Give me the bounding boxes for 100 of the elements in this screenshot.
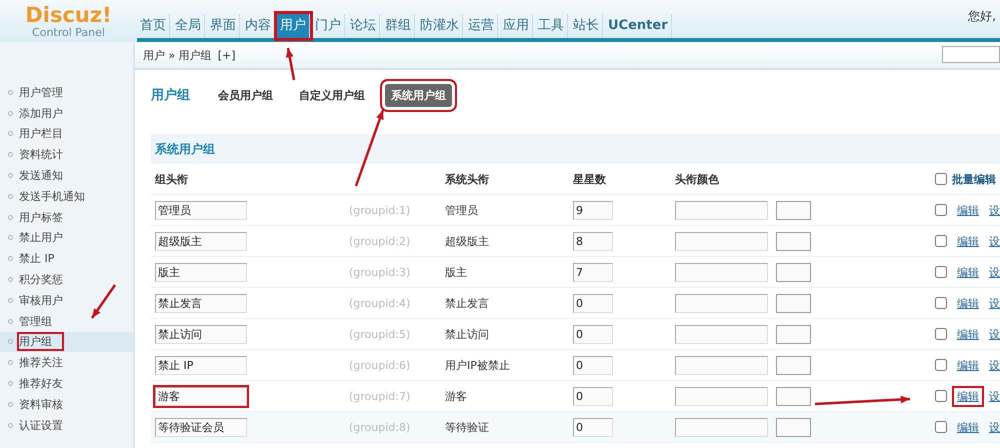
sub-tab[interactable]: 自定义用户组 xyxy=(293,84,371,106)
sidebar-item[interactable]: 推荐关注 xyxy=(0,352,133,374)
stars-input[interactable]: 8 xyxy=(573,232,613,250)
sidebar-item[interactable]: 推荐好友 xyxy=(0,373,133,394)
nav-tab[interactable]: 运营 xyxy=(465,14,498,38)
row-checkbox[interactable] xyxy=(935,328,947,340)
edit-link[interactable]: 编辑 xyxy=(952,416,984,438)
sidebar-item[interactable]: 管理组 xyxy=(0,310,133,332)
sub-tab[interactable]: 会员用户组 xyxy=(212,84,279,106)
color-swatch[interactable] xyxy=(776,356,811,374)
stars-input[interactable]: 0 xyxy=(573,356,613,374)
sidebar-item[interactable]: 用户组 xyxy=(0,332,133,352)
add-shortcut-link[interactable]: [+] xyxy=(218,48,236,62)
color-swatch[interactable] xyxy=(776,324,811,344)
search-field[interactable] xyxy=(942,46,1000,63)
group-title-input[interactable]: 禁止 IP xyxy=(155,356,247,374)
nav-tab[interactable]: 用户 xyxy=(277,14,310,38)
group-title-input[interactable]: 管理员 xyxy=(155,200,247,220)
nav-tab[interactable]: 门户 xyxy=(312,14,345,38)
color-swatch[interactable] xyxy=(776,418,811,436)
sidebar-item[interactable]: 禁止 IP xyxy=(0,248,133,270)
row-checkbox[interactable] xyxy=(935,421,947,433)
bullet-icon xyxy=(8,318,13,324)
color-input[interactable] xyxy=(675,324,768,344)
sub-tab[interactable]: 系统用户组 xyxy=(385,84,452,106)
column-header: 组头衔 xyxy=(155,172,189,186)
settings-link[interactable]: 设 xyxy=(989,296,1000,310)
page-title: 用户组 xyxy=(151,86,190,104)
sidebar-item[interactable]: 发送通知 xyxy=(0,165,133,186)
edit-link[interactable]: 编辑 xyxy=(952,200,984,220)
color-input[interactable] xyxy=(675,232,768,250)
group-title-input[interactable]: 禁止发言 xyxy=(155,294,247,312)
color-swatch[interactable] xyxy=(776,232,811,250)
row-checkbox[interactable] xyxy=(935,390,947,402)
settings-link[interactable]: 设 xyxy=(989,202,1000,218)
settings-link[interactable]: 设 xyxy=(989,388,1000,404)
settings-link[interactable]: 设 xyxy=(989,264,1000,280)
sidebar-item[interactable]: 审核用户 xyxy=(0,290,133,311)
nav-tab[interactable]: 应用 xyxy=(500,14,533,38)
nav-tab[interactable]: 首页 xyxy=(137,14,170,38)
color-input[interactable] xyxy=(675,356,768,374)
group-title-input[interactable]: 游客 xyxy=(155,386,247,406)
stars-input[interactable]: 0 xyxy=(573,418,613,436)
stars-input[interactable]: 0 xyxy=(573,294,613,312)
group-title-input[interactable]: 超级版主 xyxy=(155,232,247,250)
edit-link[interactable]: 编辑 xyxy=(952,262,984,282)
edit-link[interactable]: 编辑 xyxy=(952,230,984,252)
sidebar-item[interactable]: 用户栏目 xyxy=(0,124,133,144)
stars-input[interactable]: 0 xyxy=(573,386,613,406)
color-swatch[interactable] xyxy=(776,386,811,406)
edit-link[interactable]: 编辑 xyxy=(952,354,984,376)
bullet-icon xyxy=(8,131,13,136)
sidebar-item[interactable]: 用户标签 xyxy=(0,206,133,228)
color-input[interactable] xyxy=(675,386,768,406)
group-title-input[interactable]: 禁止访问 xyxy=(155,324,247,344)
bullet-icon xyxy=(8,194,13,199)
settings-link[interactable]: 设 xyxy=(989,420,1000,434)
settings-link[interactable]: 设 xyxy=(989,358,1000,372)
nav-tab[interactable]: UCenter xyxy=(605,14,672,38)
nav-tab[interactable]: 全局 xyxy=(172,14,205,38)
color-input[interactable] xyxy=(675,294,768,312)
group-title-input[interactable]: 等待验证会员 xyxy=(155,418,247,436)
nav-tab[interactable]: 防灌水 xyxy=(417,14,463,38)
group-title-input[interactable]: 版主 xyxy=(155,262,247,282)
sidebar-item-label: 推荐好友 xyxy=(19,376,64,392)
batch-checkbox[interactable] xyxy=(935,173,947,185)
color-swatch[interactable] xyxy=(776,200,811,220)
system-title-text: 用户IP被禁止 xyxy=(445,358,511,372)
color-input[interactable] xyxy=(675,200,768,220)
stars-input[interactable]: 7 xyxy=(573,262,613,282)
nav-tab[interactable]: 工具 xyxy=(535,14,568,38)
color-swatch[interactable] xyxy=(776,262,811,282)
sidebar-item[interactable]: 发送手机通知 xyxy=(0,186,133,207)
color-swatch[interactable] xyxy=(776,294,811,312)
edit-link[interactable]: 编辑 xyxy=(952,324,984,344)
sidebar-item[interactable]: 禁止用户 xyxy=(0,228,133,248)
sidebar-item-label: 认证设置 xyxy=(19,418,64,433)
nav-tab[interactable]: 界面 xyxy=(207,14,240,38)
row-checkbox[interactable] xyxy=(935,297,947,309)
sidebar-item[interactable]: 认证设置 xyxy=(0,414,133,436)
row-checkbox[interactable] xyxy=(935,235,947,247)
sidebar-item[interactable]: 添加用户 xyxy=(0,102,133,124)
settings-link[interactable]: 设 xyxy=(989,326,1000,342)
sidebar-item[interactable]: 积分奖惩 xyxy=(0,269,133,290)
row-checkbox[interactable] xyxy=(935,359,947,371)
nav-tab[interactable]: 论坛 xyxy=(347,14,380,38)
row-checkbox[interactable] xyxy=(935,204,947,216)
color-input[interactable] xyxy=(675,262,768,282)
sidebar-item[interactable]: 用户管理 xyxy=(0,82,133,103)
sidebar-item[interactable]: 资料统计 xyxy=(0,144,133,166)
stars-input[interactable]: 0 xyxy=(573,324,613,344)
edit-link[interactable]: 编辑 xyxy=(952,386,984,406)
settings-link[interactable]: 设 xyxy=(989,234,1000,248)
nav-tab[interactable]: 群组 xyxy=(382,14,415,38)
sidebar-item[interactable]: 资料审核 xyxy=(0,394,133,415)
stars-input[interactable]: 9 xyxy=(573,200,613,220)
nav-tab[interactable]: 站长 xyxy=(570,14,603,38)
edit-link[interactable]: 编辑 xyxy=(952,292,984,314)
row-checkbox[interactable] xyxy=(935,266,947,278)
color-input[interactable] xyxy=(675,418,768,436)
